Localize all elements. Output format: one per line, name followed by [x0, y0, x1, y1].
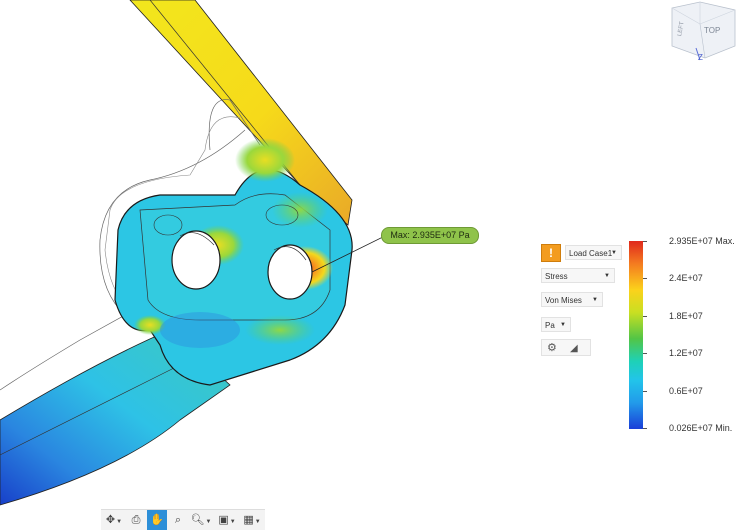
right-hole [267, 244, 313, 300]
zoom-icon[interactable]: 🔍︎▼ [189, 510, 213, 530]
view-cube-z-label: Z [698, 53, 703, 62]
legend-label: 0.6E+07 [669, 386, 703, 396]
stress-color-bar [629, 241, 643, 429]
orbit-icon[interactable]: ✥▼ [103, 510, 125, 530]
legend-label: 1.8E+07 [669, 311, 703, 321]
view-cube-top-label[interactable]: TOP [704, 26, 720, 35]
legend-tick [643, 316, 647, 317]
grid-icon[interactable]: ▦▼ [241, 510, 263, 530]
green-zone-2 [272, 192, 328, 228]
max-stress-callout: Max: 2.935E+07 Pa [381, 227, 479, 244]
load-case-dropdown[interactable]: Load Case1 ▼ [565, 245, 622, 260]
legend-tick [643, 428, 647, 429]
green-zone-1 [245, 315, 315, 345]
gear-icon[interactable]: ⚙ [547, 340, 557, 357]
legend-label-max: 2.935E+07 Max. [669, 236, 735, 246]
load-case-label: Load Case1 [569, 249, 613, 258]
chevron-down-icon: ▼ [604, 273, 610, 279]
chevron-down-icon: ▼ [592, 297, 598, 303]
look-at-icon[interactable]: ⎙ [127, 510, 145, 530]
legend-label: 2.4E+07 [669, 273, 703, 283]
result-type-dropdown[interactable]: Stress ▼ [541, 268, 615, 283]
legend-tick [643, 353, 647, 354]
units-label: Pa [545, 321, 555, 330]
adjust-icon[interactable]: ◢ [570, 340, 578, 357]
legend-tick [643, 278, 647, 279]
units-dropdown[interactable]: Pa ▼ [541, 317, 571, 332]
blue-zone [160, 312, 240, 348]
chevron-down-icon: ▼ [611, 250, 617, 256]
navigation-toolbar: ✥▼ ⎙ ✋ ⌕ 🔍︎▼ ▣▼ ▦▼ [101, 509, 265, 530]
stress-type-dropdown[interactable]: Von Mises ▼ [541, 292, 603, 307]
legend-settings-group: ⚙ ◢ [541, 339, 591, 356]
stress-type-label: Von Mises [545, 296, 582, 305]
left-hole [171, 230, 221, 290]
legend-tick [643, 391, 647, 392]
legend-tick [643, 241, 647, 242]
legend-label-min: 0.026E+07 Min. [669, 423, 733, 433]
warning-icon[interactable]: ! [541, 244, 561, 262]
zoom-window-icon[interactable]: ⌕ [169, 510, 187, 530]
display-settings-icon[interactable]: ▣▼ [215, 510, 239, 530]
legend-label: 1.2E+07 [669, 348, 703, 358]
pan-icon[interactable]: ✋ [147, 510, 167, 530]
chevron-down-icon: ▼ [560, 322, 566, 328]
warm-zone-2 [235, 138, 295, 182]
result-type-label: Stress [545, 272, 568, 281]
